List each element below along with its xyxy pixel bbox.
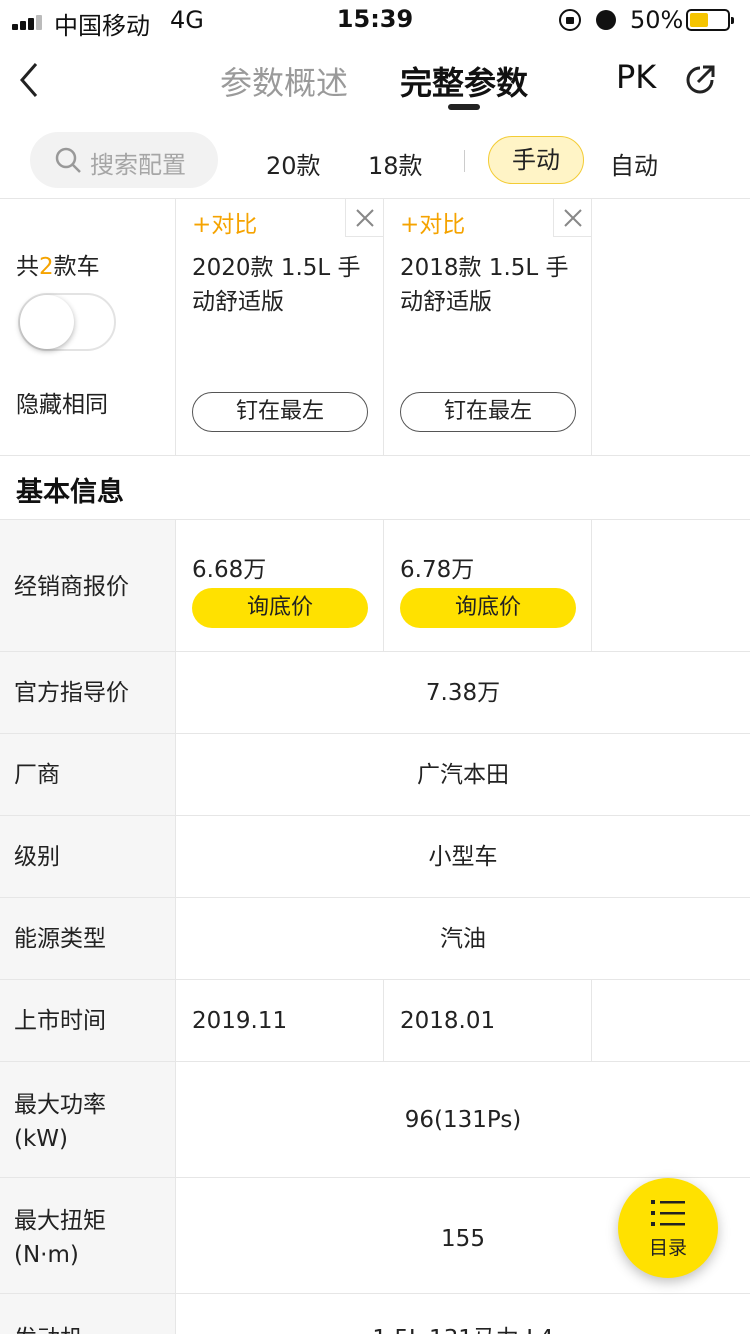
- row-value: 小型车: [428, 844, 498, 870]
- row-label-text: 级别: [14, 844, 60, 870]
- hide-same-label: 隐藏相同: [16, 392, 108, 418]
- table-row-class: 级别 小型车: [0, 816, 750, 898]
- catalog-button[interactable]: 目录: [618, 1178, 718, 1278]
- car-column-1: +对比 2020款 1.5L 手动舒适版 钉在最左: [176, 199, 384, 455]
- search-input[interactable]: 搜索配置: [30, 132, 218, 188]
- close-icon: [564, 209, 582, 227]
- row-label-text: 厂商: [14, 762, 60, 788]
- row-label: 最大功率 (kW): [0, 1062, 176, 1177]
- ask-price-button[interactable]: 询底价: [192, 588, 368, 628]
- row-label-text: 最大扭矩: [14, 1208, 106, 1234]
- filter-chip-2018[interactable]: 18款: [368, 146, 423, 181]
- row-label: 官方指导价: [0, 652, 176, 733]
- filter-chip-2020[interactable]: 20款: [266, 146, 321, 181]
- row-label: 发动机: [0, 1294, 176, 1334]
- dealer-price-value: 6.78万: [400, 557, 475, 583]
- search-placeholder: 搜索配置: [90, 151, 186, 179]
- filter-bar: 搜索配置 20款 18款 手动 自动: [0, 124, 750, 199]
- pk-button[interactable]: PK: [616, 58, 656, 96]
- total-prefix: 共: [16, 254, 39, 280]
- catalog-label: 目录: [648, 1237, 687, 1259]
- car-name: 2020款 1.5L 手动舒适版: [192, 255, 361, 315]
- row-label: 级别: [0, 816, 176, 897]
- battery-icon: [686, 9, 734, 31]
- navigation-bar: 参数概述 完整参数 PK: [0, 40, 750, 124]
- toggle-knob: [20, 295, 74, 349]
- dealer-price-value: 6.68万: [192, 557, 267, 583]
- filter-chip-auto[interactable]: 自动: [610, 146, 658, 181]
- share-button[interactable]: [682, 62, 718, 98]
- table-row-power: 最大功率 (kW) 96(131Ps): [0, 1062, 750, 1178]
- row-label-unit: (kW): [14, 1126, 69, 1152]
- table-row-dealer-price: 经销商报价 6.68万 询底价 6.78万 询底价: [0, 520, 750, 652]
- car-name: 2018款 1.5L 手动舒适版: [400, 255, 569, 315]
- car-column-2: +对比 2018款 1.5L 手动舒适版 钉在最左: [384, 199, 592, 455]
- row-label: 上市时间: [0, 980, 176, 1061]
- alarm-icon: [596, 10, 616, 30]
- close-icon: [356, 209, 374, 227]
- pin-left-button[interactable]: 钉在最左: [400, 392, 576, 432]
- total-count-label: 共2款车: [16, 247, 100, 281]
- car-comparison-header: 共2款车 隐藏相同 +对比 2020款 1.5L 手动舒适版 钉在最左 +对比 …: [0, 199, 750, 456]
- table-cell: 6.68万 询底价: [176, 520, 384, 651]
- total-suffix: 款车: [53, 254, 100, 280]
- row-label: 能源类型: [0, 898, 176, 979]
- row-value: 广汽本田: [417, 762, 509, 788]
- row-label-text: 上市时间: [14, 1008, 106, 1034]
- list-icon: [651, 1200, 685, 1226]
- tab-overview[interactable]: 参数概述: [220, 58, 348, 104]
- section-title: 基本信息: [16, 477, 124, 508]
- add-compare-button[interactable]: +对比: [400, 205, 465, 239]
- launch-date: 2019.11: [192, 1008, 288, 1034]
- table-row-energy: 能源类型 汽油: [0, 898, 750, 980]
- rotation-lock-icon: [559, 9, 581, 31]
- row-label: 经销商报价: [0, 520, 176, 651]
- row-label: 厂商: [0, 734, 176, 815]
- search-icon: [55, 147, 81, 173]
- status-bar: 中国移动 4G 15:39 50%: [0, 0, 750, 40]
- table-cell: 2019.11: [176, 980, 384, 1061]
- filter-divider: [464, 150, 465, 172]
- row-label-unit: (N·m): [14, 1242, 79, 1268]
- ask-price-button[interactable]: 询底价: [400, 588, 576, 628]
- active-tab-indicator: [448, 104, 480, 110]
- filter-chip-manual[interactable]: 手动: [488, 136, 584, 184]
- add-compare-button[interactable]: +对比: [192, 205, 257, 239]
- battery-percent: 50%: [630, 6, 684, 34]
- row-value: 7.38万: [425, 680, 501, 706]
- chevron-left-icon: [20, 63, 38, 97]
- row-label: 最大扭矩 (N·m): [0, 1178, 176, 1293]
- remove-car-button[interactable]: [345, 199, 383, 237]
- pin-left-button[interactable]: 钉在最左: [192, 392, 368, 432]
- row-value: 汽油: [440, 926, 486, 952]
- table-row-msrp: 官方指导价 7.38万: [0, 652, 750, 734]
- row-label-text: 能源类型: [14, 926, 106, 952]
- row-value: 1.5L 131马力 L4: [176, 1294, 750, 1334]
- remove-car-button[interactable]: [553, 199, 591, 237]
- section-header: 基本信息: [0, 456, 750, 520]
- row-label-text: 最大功率: [14, 1092, 106, 1118]
- back-button[interactable]: [10, 54, 50, 106]
- table-row-launch: 上市时间 2019.11 2018.01: [0, 980, 750, 1062]
- launch-date: 2018.01: [400, 1008, 496, 1034]
- table-row-engine: 发动机 1.5L 131马力 L4: [0, 1294, 750, 1334]
- tab-full-params[interactable]: 完整参数: [400, 58, 528, 104]
- row-value: 96(131Ps): [404, 1107, 522, 1133]
- table-cell: 6.78万 询底价: [384, 520, 592, 651]
- share-icon: [686, 65, 715, 94]
- table-row-maker: 厂商 广汽本田: [0, 734, 750, 816]
- total-count: 2: [39, 254, 54, 280]
- table-cell: 2018.01: [384, 980, 592, 1061]
- row-label-text: 经销商报价: [14, 574, 129, 600]
- row-label-text: 发动机: [14, 1322, 83, 1334]
- row-label-text: 官方指导价: [14, 680, 129, 706]
- hide-same-toggle[interactable]: [18, 293, 116, 351]
- header-side-panel: 共2款车 隐藏相同: [0, 199, 176, 455]
